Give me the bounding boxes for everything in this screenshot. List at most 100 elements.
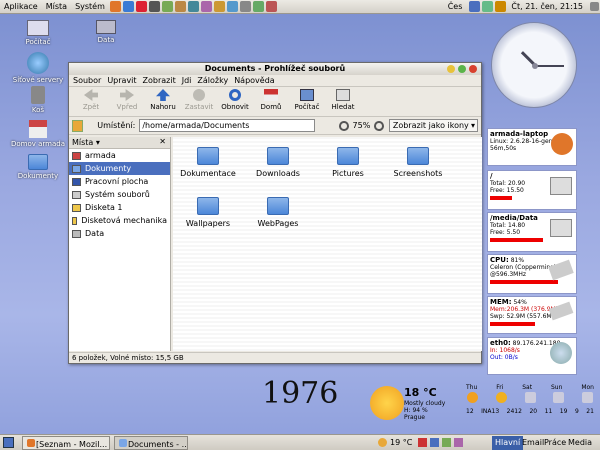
workspace-media[interactable]: Media	[566, 436, 594, 450]
location-bar: Umístění: /home/armada/Documents 75% Zob…	[69, 117, 481, 135]
power-icon[interactable]	[590, 2, 599, 11]
app-icon[interactable]	[239, 1, 251, 12]
sidebar-item-floppy-1[interactable]: Disketa 1	[69, 201, 170, 214]
maximize-button[interactable]	[458, 65, 466, 73]
app-icon[interactable]	[226, 1, 238, 12]
window-titlebar[interactable]: Documents - Prohlížeč souborů	[69, 63, 481, 75]
launcher-icon[interactable]	[135, 1, 147, 12]
sidebar-item-floppy-drive[interactable]: Disketová mechanika	[69, 214, 170, 227]
menu-view[interactable]: Zobrazit	[143, 76, 176, 85]
file-item-screenshots[interactable]: Screenshots	[383, 147, 453, 178]
arrow-up-icon	[156, 89, 170, 101]
app-icon[interactable]	[161, 1, 173, 12]
keyboard-layout[interactable]: Čes	[448, 2, 463, 11]
menu-applications[interactable]: Aplikace	[0, 2, 42, 11]
tray-icon[interactable]	[454, 438, 463, 447]
desktop-icon-home[interactable]: Domov armada	[8, 120, 68, 148]
trash-icon	[31, 86, 45, 104]
thunderbird-icon[interactable]	[122, 1, 134, 12]
home-button[interactable]: Domů	[253, 89, 289, 111]
tray-icon[interactable]	[430, 438, 439, 447]
workspace-prace[interactable]: Práce	[542, 436, 568, 450]
zoom-level: 75%	[352, 121, 371, 130]
menu-edit[interactable]: Upravit	[107, 76, 136, 85]
clock[interactable]: Čt, 21. čen, 21:15	[511, 2, 583, 11]
location-input[interactable]: /home/armada/Documents	[139, 119, 315, 132]
close-icon[interactable]: ✕	[159, 137, 166, 146]
minimize-button[interactable]	[447, 65, 455, 73]
zoom-in-icon[interactable]	[374, 120, 384, 131]
file-item-dokumentace[interactable]: Dokumentace	[173, 147, 243, 178]
toolbar: Zpět Vpřed Nahoru Zastavit Obnovit Domů …	[69, 87, 481, 117]
folder-icon	[72, 164, 81, 173]
memory-chip-icon	[548, 301, 574, 321]
back-button[interactable]: Zpět	[73, 89, 109, 111]
disk-data-monitor: /media/Data Total: 14.80 Free: 5.50	[487, 212, 577, 252]
app-icon[interactable]	[265, 1, 277, 12]
arrow-left-icon	[84, 89, 98, 101]
cpu-usage-bar	[490, 280, 559, 284]
desktop-icon-computer[interactable]: Počítač	[8, 20, 68, 46]
sidebar-item-desktop[interactable]: Pracovní plocha	[69, 175, 170, 188]
menu-places[interactable]: Místa	[42, 2, 71, 11]
taskbar-item-documents[interactable]: Documents - ...	[114, 436, 188, 450]
sidebar-item-data[interactable]: Data	[69, 227, 170, 240]
zoom-out-icon[interactable]	[339, 120, 349, 131]
sidebar-item-documents[interactable]: Dokumenty	[69, 162, 170, 175]
disk-root-monitor: / Total: 20.90 Free: 15.50	[487, 170, 577, 210]
computer-button[interactable]: Počítač	[289, 89, 325, 111]
desktop-icon-network[interactable]: Síťové servery	[8, 52, 68, 84]
cpu-monitor: CPU: 81% Celeron (Coppermine) @596.3MHz	[487, 254, 577, 294]
network-monitor: eth0: 89.176.241.180 In: 1068/s Out: 0B/…	[487, 337, 577, 375]
menu-file[interactable]: Soubor	[73, 76, 101, 85]
show-desktop-icon[interactable]	[3, 437, 14, 448]
stop-icon	[193, 89, 205, 101]
forward-button[interactable]: Vpřed	[109, 89, 145, 111]
host-monitor: armada-laptop Linux: 2.6.28-16-generic 5…	[487, 128, 577, 166]
edit-location-icon[interactable]	[72, 119, 84, 132]
floppy-icon	[72, 203, 81, 212]
sidebar-item-filesystem[interactable]: Systém souborů	[69, 188, 170, 201]
clock-minute-hand	[534, 65, 564, 67]
battery-icon[interactable]	[482, 1, 494, 12]
search-button[interactable]: Hledat	[325, 89, 361, 111]
sidebar-header[interactable]: Místa ▾ ✕	[69, 137, 170, 149]
app-icon[interactable]	[252, 1, 264, 12]
menu-help[interactable]: Nápověda	[234, 76, 275, 85]
cloud-icon	[553, 392, 565, 403]
app-icon[interactable]	[174, 1, 186, 12]
volume-icon[interactable]	[495, 1, 507, 12]
file-item-webpages[interactable]: WebPages	[243, 197, 313, 228]
weather-tray-icon[interactable]	[378, 438, 387, 447]
desktop-icon-trash[interactable]: Koš	[8, 86, 68, 114]
desktop-icon-documents[interactable]: Dokumenty	[8, 154, 68, 180]
reload-button[interactable]: Obnovit	[217, 89, 253, 111]
drive-icon	[96, 20, 116, 34]
tray-icon[interactable]	[442, 438, 451, 447]
sun-icon	[467, 392, 478, 403]
close-button[interactable]	[469, 65, 477, 73]
app-icon[interactable]	[187, 1, 199, 12]
view-mode-select[interactable]: Zobrazit jako ikony ▾	[388, 119, 478, 132]
network-icon[interactable]	[469, 1, 481, 12]
menu-go[interactable]: Jdi	[182, 76, 192, 85]
desktop-icon-data[interactable]: Data	[76, 20, 136, 44]
chevron-down-icon: ▾	[95, 138, 100, 147]
file-item-downloads[interactable]: Downloads	[243, 147, 313, 178]
firefox-icon[interactable]	[109, 1, 121, 12]
terminal-icon[interactable]	[148, 1, 160, 12]
file-item-pictures[interactable]: Pictures	[313, 147, 383, 178]
tray-icon[interactable]	[418, 438, 427, 447]
app-icon[interactable]	[213, 1, 225, 12]
menu-system[interactable]: Systém	[71, 2, 109, 11]
app-icon[interactable]	[200, 1, 212, 12]
home-icon	[72, 151, 81, 160]
file-item-wallpapers[interactable]: Wallpapers	[173, 197, 243, 228]
stop-button[interactable]: Zastavit	[181, 89, 217, 111]
globe-icon	[27, 52, 49, 74]
menu-bookmarks[interactable]: Záložky	[197, 76, 228, 85]
taskbar-item-firefox[interactable]: [Seznam - Mozil...	[22, 436, 110, 450]
workspace-hlavni[interactable]: Hlavní	[492, 436, 524, 450]
up-button[interactable]: Nahoru	[145, 89, 181, 111]
sidebar-item-armada[interactable]: armada	[69, 149, 170, 162]
